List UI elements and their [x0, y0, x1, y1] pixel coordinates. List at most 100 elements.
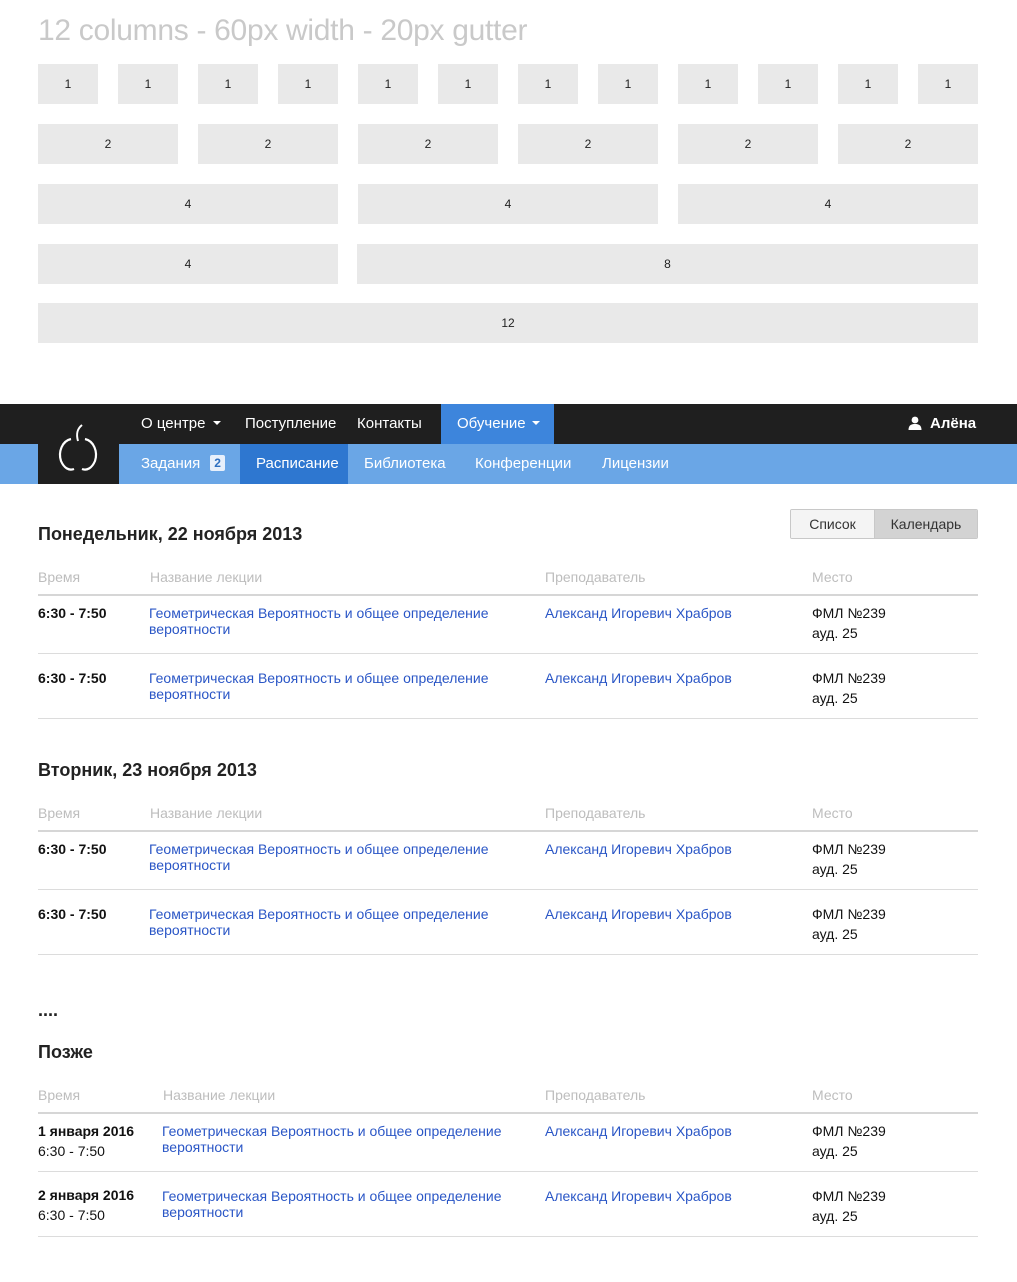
place-building: ФМЛ №239: [812, 670, 886, 686]
grid-cell: 1: [678, 64, 738, 104]
calendar-view-button[interactable]: Календарь: [875, 510, 977, 538]
teacher-link[interactable]: Александ Игоревич Храбров: [545, 841, 732, 857]
lecture-time: 6:30 - 7:50: [38, 605, 107, 621]
teacher-link[interactable]: Александ Игоревич Храбров: [545, 605, 732, 621]
grid-cell: 1: [838, 64, 898, 104]
grid-cell: 1: [598, 64, 658, 104]
nav-item-education[interactable]: Обучение: [441, 404, 554, 444]
lecture-date: 2 января 2016: [38, 1187, 135, 1203]
place-room: ауд. 25: [812, 625, 858, 641]
grid-cell: 4: [38, 184, 338, 224]
subnav-item-library[interactable]: Библиотека: [348, 444, 462, 484]
col-head-time: Время: [38, 1087, 81, 1103]
logo[interactable]: [38, 404, 119, 484]
teacher-link[interactable]: Александ Игоревич Храбров: [545, 1123, 732, 1139]
col-head-lecture: Название лекции: [150, 569, 263, 585]
place-room: ауд. 25: [812, 690, 858, 706]
grid-title: 12 columns - 60px width - 20px gutter: [38, 14, 528, 47]
grid-cell: 1: [438, 64, 498, 104]
view-switcher: Список Календарь: [790, 509, 978, 539]
lecture-time: 6:30 - 7:50: [38, 1143, 105, 1159]
grid-row-1: 1 1 1 1 1 1 1 1 1 1 1 1: [38, 64, 978, 104]
subnav-item-label: Задания: [141, 455, 201, 472]
col-head-teacher: Преподаватель: [545, 569, 646, 585]
place-building: ФМЛ №239: [812, 841, 886, 857]
place-building: ФМЛ №239: [812, 1188, 886, 1204]
col-head-place: Место: [812, 569, 853, 585]
lecture-time: 6:30 - 7:50: [38, 670, 107, 686]
subnav-item-label: Расписание: [256, 455, 339, 472]
teacher-link[interactable]: Александ Игоревич Храбров: [545, 906, 732, 922]
nav-item-label: Обучение: [457, 415, 526, 432]
subnav-item-licenses[interactable]: Лицензии: [586, 444, 685, 484]
subnav-item-label: Лицензии: [602, 455, 669, 472]
grid-cell: 2: [38, 124, 178, 164]
divider: [38, 889, 978, 890]
divider: [38, 594, 978, 596]
day-title: Вторник, 23 ноября 2013: [38, 760, 257, 780]
grid-cell: 1: [198, 64, 258, 104]
grid-cell: 1: [278, 64, 338, 104]
teacher-link[interactable]: Александ Игоревич Храбров: [545, 1188, 732, 1204]
grid-row-3: 4 4 4: [38, 184, 978, 224]
nav-item-label: Поступление: [245, 415, 337, 432]
user-menu[interactable]: Алёна: [908, 404, 976, 444]
lecture-link[interactable]: Геометрическая Вероятность и общее опред…: [162, 1188, 537, 1220]
subnav-item-label: Библиотека: [364, 455, 446, 472]
grid-cell: 12: [38, 303, 978, 343]
grid-row-4: 4 8: [38, 244, 978, 284]
divider: [38, 1112, 978, 1114]
grid-cell: 8: [357, 244, 978, 284]
subnav-item-schedule[interactable]: Расписание: [240, 444, 348, 484]
nav-item-contacts[interactable]: Контакты: [341, 404, 438, 444]
divider: [38, 1236, 978, 1237]
lecture-time: 6:30 - 7:50: [38, 1207, 105, 1223]
user-icon: [908, 416, 922, 430]
col-head-teacher: Преподаватель: [545, 805, 646, 821]
lecture-link[interactable]: Геометрическая Вероятность и общее опред…: [149, 605, 519, 637]
nav-item-label: Контакты: [357, 415, 422, 432]
grid-cell: 1: [358, 64, 418, 104]
divider: [38, 830, 978, 832]
nav-item-admission[interactable]: Поступление: [229, 404, 352, 444]
subnav-item-label: Конференции: [475, 455, 572, 472]
col-head-lecture: Название лекции: [163, 1087, 276, 1103]
caret-down-icon: [213, 421, 222, 426]
grid-cell: 4: [358, 184, 658, 224]
lecture-date: 1 января 2016: [38, 1123, 135, 1139]
col-head-teacher: Преподаватель: [545, 1087, 646, 1103]
grid-cell: 1: [118, 64, 178, 104]
more-indicator: ....: [38, 1000, 59, 1020]
col-head-place: Место: [812, 805, 853, 821]
grid-cell: 2: [358, 124, 498, 164]
nav-item-about[interactable]: О центре: [125, 404, 237, 444]
lecture-link[interactable]: Геометрическая Вероятность и общее опред…: [162, 1123, 532, 1155]
subnav-item-tasks[interactable]: Задания 2: [125, 444, 241, 484]
grid-cell: 1: [758, 64, 818, 104]
nav-item-label: О центре: [141, 415, 206, 432]
grid-cell: 1: [518, 64, 578, 104]
divider: [38, 1171, 978, 1172]
grid-cell: 2: [838, 124, 978, 164]
lecture-time: 6:30 - 7:50: [38, 841, 107, 857]
place-room: ауд. 25: [812, 1208, 858, 1224]
lecture-link[interactable]: Геометрическая Вероятность и общее опред…: [149, 670, 524, 702]
day-title: Позже: [38, 1042, 93, 1062]
col-head-time: Время: [38, 569, 81, 585]
place-building: ФМЛ №239: [812, 906, 886, 922]
place-room: ауд. 25: [812, 1143, 858, 1159]
teacher-link[interactable]: Александ Игоревич Храбров: [545, 670, 732, 686]
lecture-link[interactable]: Геометрическая Вероятность и общее опред…: [149, 906, 524, 938]
subnav-item-conferences[interactable]: Конференции: [459, 444, 587, 484]
lecture-link[interactable]: Геометрическая Вероятность и общее опред…: [149, 841, 519, 873]
tasks-count-badge: 2: [210, 454, 225, 471]
grid-row-2: 2 2 2 2 2 2: [38, 124, 978, 164]
lecture-time: 6:30 - 7:50: [38, 906, 107, 922]
place-building: ФМЛ №239: [812, 1123, 886, 1139]
grid-cell: 2: [518, 124, 658, 164]
grid-cell: 1: [918, 64, 978, 104]
user-name: Алёна: [930, 415, 977, 432]
list-view-button[interactable]: Список: [791, 510, 875, 538]
col-head-time: Время: [38, 805, 81, 821]
grid-cell: 2: [198, 124, 338, 164]
